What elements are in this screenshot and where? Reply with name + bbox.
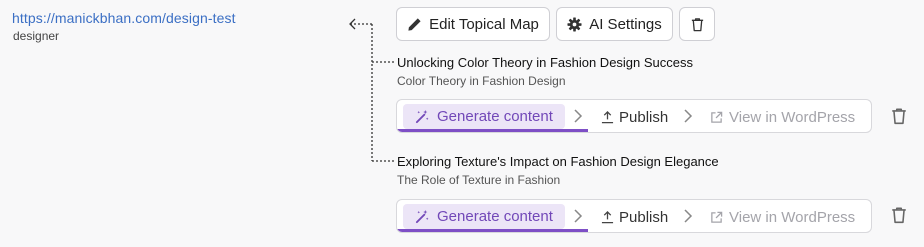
ai-settings-button[interactable]: AI Settings <box>556 7 673 41</box>
chevron-right-icon <box>684 209 693 223</box>
article-workflow-bar: Generate content Publish View in WordPre… <box>396 99 872 133</box>
generation-progress-bar <box>397 129 588 132</box>
gear-icon <box>567 16 582 32</box>
chevron-right-icon <box>574 109 583 123</box>
generate-content-label: Generate content <box>437 208 553 225</box>
ai-settings-label: AI Settings <box>589 15 662 33</box>
external-link-icon <box>711 111 723 123</box>
trash-icon[interactable] <box>890 107 908 125</box>
view-in-wordpress-label: View in WordPress <box>729 208 856 226</box>
article-title: Exploring Texture's Impact on Fashion De… <box>397 154 719 169</box>
edit-topical-map-button[interactable]: Edit Topical Map <box>396 7 550 41</box>
publish-button[interactable]: Publish <box>601 206 668 228</box>
article-subtitle: The Role of Texture in Fashion <box>397 173 561 187</box>
chevron-right-icon <box>684 109 693 123</box>
publish-label: Publish <box>619 108 669 126</box>
generation-progress-bar <box>397 229 588 232</box>
upload-icon <box>601 110 614 123</box>
publish-label: Publish <box>619 208 669 226</box>
generate-content-label: Generate content <box>437 108 553 125</box>
arrow-left-icon <box>349 18 372 30</box>
article-subtitle: Color Theory in Fashion Design <box>397 74 566 88</box>
view-in-wordpress-link[interactable]: View in WordPress <box>710 106 855 128</box>
external-link-icon <box>711 211 723 223</box>
trash-icon[interactable] <box>890 206 908 224</box>
magic-wand-icon <box>415 109 429 124</box>
view-in-wordpress-link[interactable]: View in WordPress <box>710 206 855 228</box>
site-role-label: designer <box>13 29 60 43</box>
upload-icon <box>601 210 614 223</box>
generate-content-button[interactable]: Generate content <box>403 104 565 129</box>
view-in-wordpress-label: View in WordPress <box>729 108 856 126</box>
article-title: Unlocking Color Theory in Fashion Design… <box>397 55 694 70</box>
magic-wand-icon <box>415 209 429 224</box>
pencil-icon <box>408 17 421 31</box>
tree-connector <box>349 18 395 162</box>
generate-content-button[interactable]: Generate content <box>403 204 565 229</box>
delete-map-button[interactable] <box>679 7 715 41</box>
edit-topical-map-label: Edit Topical Map <box>429 15 539 33</box>
trash-icon <box>691 17 703 31</box>
publish-button[interactable]: Publish <box>601 106 668 128</box>
article-workflow-bar: Generate content Publish View in WordPre… <box>396 199 872 233</box>
chevron-right-icon <box>574 209 583 223</box>
site-url-link[interactable]: https://manickbhan.com/design-test <box>12 10 236 26</box>
